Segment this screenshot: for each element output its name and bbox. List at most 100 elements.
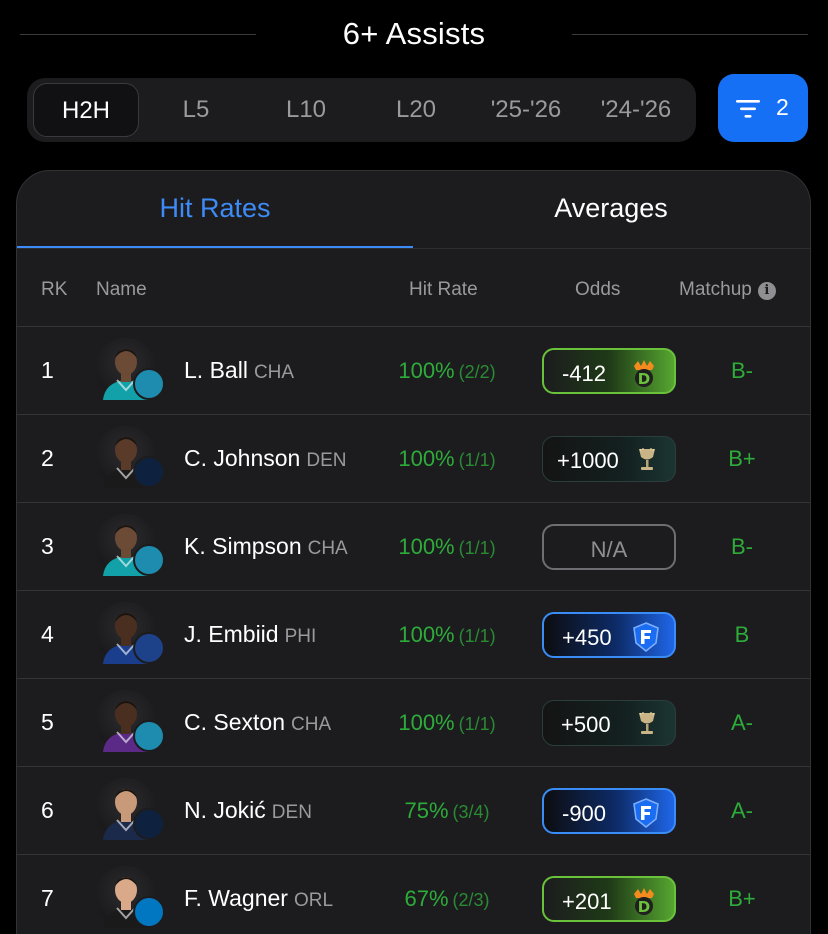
hit-rate-percent: 100% bbox=[398, 446, 455, 471]
matchup-grade: B- bbox=[731, 534, 753, 559]
rank: 3 bbox=[41, 533, 54, 559]
draftkings-icon: D bbox=[634, 888, 654, 916]
col-hit-rate[interactable]: Hit Rate bbox=[409, 279, 478, 301]
team-logo-icon bbox=[133, 368, 165, 400]
table-row[interactable]: 2 C. Johnson DEN 100% (1/1) +1000 B+ bbox=[17, 415, 810, 503]
hit-rate: 100% (1/1) bbox=[398, 446, 495, 472]
player-name[interactable]: L. Ball CHA bbox=[184, 357, 294, 384]
period-l20[interactable]: L20 bbox=[363, 83, 469, 137]
player-name-text: L. Ball bbox=[184, 357, 248, 383]
hit-rate-fraction: (1/1) bbox=[458, 626, 496, 646]
col-matchup-label: Matchup bbox=[679, 279, 752, 300]
odds-button-fanduel[interactable]: -900 bbox=[542, 788, 676, 834]
period-l10[interactable]: L10 bbox=[253, 83, 359, 137]
odds-value: +450 bbox=[562, 625, 612, 650]
filter-count: 2 bbox=[776, 94, 789, 120]
rank: 5 bbox=[41, 709, 54, 735]
svg-text:D: D bbox=[638, 370, 650, 388]
player-team: CHA bbox=[291, 714, 332, 735]
player-name-text: N. Jokić bbox=[184, 797, 266, 823]
period-selector: H2H L5 L10 L20 '25-'26 '24-'26 bbox=[27, 78, 696, 142]
team-logo-icon bbox=[133, 632, 165, 664]
col-rk[interactable]: RK bbox=[41, 279, 67, 301]
period-25-26[interactable]: '25-'26 bbox=[473, 83, 579, 137]
team-logo-icon bbox=[133, 720, 165, 752]
team-logo-icon bbox=[133, 456, 165, 488]
hit-rate-fraction: (2/2) bbox=[458, 362, 496, 382]
hit-rate-percent: 100% bbox=[398, 622, 455, 647]
player-name-text: K. Simpson bbox=[184, 533, 302, 559]
matchup-grade: B+ bbox=[728, 886, 756, 911]
player-name-text: C. Sexton bbox=[184, 709, 285, 735]
matchup-grade: B bbox=[734, 622, 750, 647]
col-odds[interactable]: Odds bbox=[575, 279, 620, 301]
tab-active-indicator bbox=[17, 246, 413, 248]
svg-text:D: D bbox=[638, 898, 650, 916]
odds-value: +500 bbox=[561, 712, 611, 737]
info-icon[interactable]: i bbox=[757, 282, 776, 300]
period-h2h[interactable]: H2H bbox=[33, 83, 139, 137]
player-name[interactable]: C. Sexton CHA bbox=[184, 709, 331, 736]
table-row[interactable]: 4 J. Embiid PHI 100% (1/1) +450 B bbox=[17, 591, 810, 679]
player-name[interactable]: K. Simpson CHA bbox=[184, 533, 348, 560]
hit-rate-percent: 100% bbox=[398, 358, 455, 383]
player-name[interactable]: N. Jokić DEN bbox=[184, 797, 312, 824]
hit-rate-fraction: (1/1) bbox=[458, 714, 496, 734]
table-row[interactable]: 3 K. Simpson CHA 100% (1/1) N/A B- bbox=[17, 503, 810, 591]
player-team: CHA bbox=[307, 538, 348, 559]
period-24-26[interactable]: '24-'26 bbox=[583, 83, 689, 137]
player-team: PHI bbox=[284, 626, 317, 647]
player-team: ORL bbox=[293, 890, 334, 911]
hit-rate-fraction: (1/1) bbox=[458, 538, 496, 558]
tab-averages[interactable]: Averages bbox=[413, 193, 809, 224]
odds-value: +1000 bbox=[557, 448, 619, 473]
odds-value: +201 bbox=[562, 889, 612, 914]
tab-hit-rates[interactable]: Hit Rates bbox=[17, 193, 413, 224]
player-name[interactable]: C. Johnson DEN bbox=[184, 445, 346, 472]
player-name-text: F. Wagner bbox=[184, 885, 288, 911]
table-row[interactable]: 5 C. Sexton CHA 100% (1/1) +500 A- bbox=[17, 679, 810, 767]
odds-button-draftkings[interactable]: -412 D bbox=[542, 348, 676, 394]
hit-rate: 75% (3/4) bbox=[404, 798, 489, 824]
player-team: DEN bbox=[271, 802, 312, 823]
rank: 4 bbox=[41, 621, 54, 647]
hit-rate-percent: 67% bbox=[404, 886, 449, 911]
table-row[interactable]: 7 F. Wagner ORL 67% (2/3) +201 D B+ bbox=[17, 855, 810, 934]
odds-value: -900 bbox=[562, 801, 607, 826]
draftkings-icon: D bbox=[634, 360, 654, 388]
filter-icon bbox=[736, 100, 760, 118]
odds-button-caesars[interactable]: +1000 bbox=[542, 436, 676, 482]
table-row[interactable]: 6 N. Jokić DEN 75% (3/4) -900 A- bbox=[17, 767, 810, 855]
tab-bar: Hit Rates Averages bbox=[17, 171, 810, 249]
odds-value: -412 bbox=[562, 361, 607, 386]
team-logo-icon bbox=[133, 808, 165, 840]
title-divider-right bbox=[572, 34, 808, 35]
matchup-grade: B- bbox=[731, 358, 753, 383]
rank: 1 bbox=[41, 357, 54, 383]
hit-rate: 100% (2/2) bbox=[398, 358, 495, 384]
hit-rate-fraction: (3/4) bbox=[452, 802, 490, 822]
matchup-grade: B+ bbox=[728, 446, 756, 471]
table-header: RK Name Hit Rate Odds Matchup i bbox=[17, 249, 810, 327]
rank: 7 bbox=[41, 885, 54, 911]
odds-button-caesars[interactable]: +500 bbox=[542, 700, 676, 746]
period-l5[interactable]: L5 bbox=[143, 83, 249, 137]
player-name-text: C. Johnson bbox=[184, 445, 301, 471]
odds-button-fanduel[interactable]: +450 bbox=[542, 612, 676, 658]
rank: 6 bbox=[41, 797, 54, 823]
hit-rate-percent: 100% bbox=[398, 710, 455, 735]
odds-button-no-odds[interactable]: N/A bbox=[542, 524, 676, 570]
player-name[interactable]: J. Embiid PHI bbox=[184, 621, 316, 648]
hit-rate: 100% (1/1) bbox=[398, 710, 495, 736]
caesars-chalice-icon bbox=[639, 448, 655, 470]
col-matchup[interactable]: Matchup i bbox=[679, 279, 776, 301]
player-name[interactable]: F. Wagner ORL bbox=[184, 885, 333, 912]
hit-rate: 100% (1/1) bbox=[398, 534, 495, 560]
table-row[interactable]: 1 L. Ball CHA 100% (2/2) -412 D B- bbox=[17, 327, 810, 415]
odds-button-draftkings[interactable]: +201 D bbox=[542, 876, 676, 922]
col-name[interactable]: Name bbox=[96, 279, 147, 301]
filter-button[interactable]: 2 bbox=[718, 74, 808, 142]
matchup-grade: A- bbox=[731, 798, 753, 823]
header: 6+ Assists bbox=[0, 0, 828, 70]
rank: 2 bbox=[41, 445, 54, 471]
